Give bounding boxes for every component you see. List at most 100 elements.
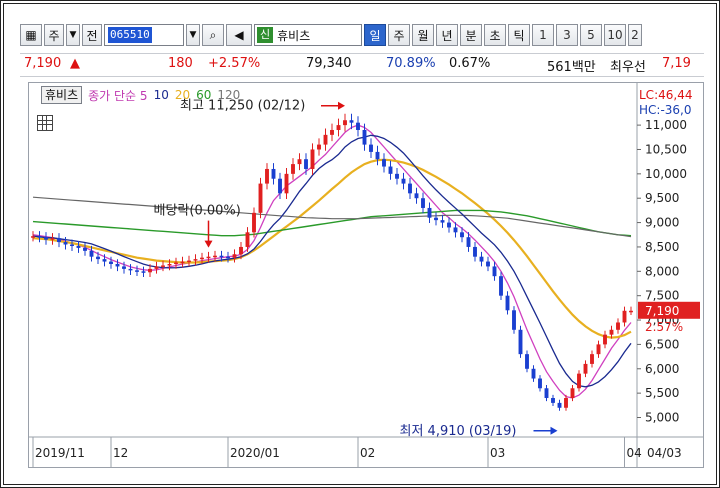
interval-button[interactable]: 10 [604, 24, 626, 46]
tab-tick[interactable]: 틱 [508, 24, 530, 46]
y-tick-label: 5,500 [645, 386, 679, 400]
candle-body [37, 236, 42, 238]
x-tick-label: 02 [360, 446, 375, 460]
layout-icon[interactable]: ▦ [20, 24, 42, 46]
candle-body [466, 237, 471, 247]
candle-body [70, 244, 74, 247]
hc-label: HC:-36,0 [639, 103, 692, 117]
candle-body [525, 354, 529, 369]
candle-body [83, 247, 87, 251]
candle-body [226, 256, 230, 259]
candle-body [44, 237, 48, 240]
chart-svg: 11,000 10,500 10,000 9,500 9,000 8,500 8,000 7,… [29, 83, 703, 467]
low-annotation: 최저 4,910 (03/19) [400, 424, 517, 439]
prev-button[interactable]: 전 [82, 24, 102, 46]
y-tick-label: 8,000 [645, 264, 679, 278]
candle-body [375, 151, 380, 160]
interval-button[interactable]: 2 [628, 24, 642, 46]
up-arrow-icon: ▲ [70, 56, 80, 71]
current-price-tag-label: 7,190 [645, 304, 679, 318]
candle-body [310, 149, 315, 169]
y-tick-label: 6,500 [645, 337, 679, 351]
candle-body [356, 122, 360, 130]
y-tick-label: 10,500 [645, 142, 687, 156]
volume-ratio: 70.89% [386, 56, 436, 71]
y-tick-label: 6,000 [645, 362, 679, 376]
ma-line-ma120 [32, 196, 632, 238]
candle-body [167, 264, 172, 266]
high-annotation: 최고 11,250 (02/12) [180, 99, 305, 114]
candle-body [427, 207, 432, 218]
trade-amount: 561백만 [547, 60, 596, 75]
candle-body [577, 373, 581, 389]
search-icon[interactable]: ⌕ [202, 24, 224, 46]
candle-body [109, 261, 113, 264]
candle-body [362, 129, 367, 145]
tab-year[interactable]: 년 [436, 24, 458, 46]
candle-body [102, 259, 107, 262]
candle-body [382, 159, 386, 167]
chevron-down-icon[interactable]: ▼ [186, 24, 200, 46]
candle-body [245, 232, 250, 247]
chart-toolbar: ▦ 주 ▼ 전 065510 ▼ ⌕ ◀︎ 신 휴비츠 일 주 월 년 분 초 … [20, 22, 704, 48]
stock-code-input[interactable]: 065510 [104, 24, 184, 46]
candle-body [57, 238, 61, 243]
candle-body [609, 329, 614, 335]
x-tick-label: 2019/11 [35, 446, 85, 460]
candle-body [161, 265, 165, 267]
current-price: 7,190 [24, 56, 62, 71]
candle-body [31, 236, 35, 238]
candle-body [232, 254, 237, 258]
y-tick-label: 10,000 [645, 167, 687, 181]
best-bid-label: 최우선 [610, 60, 646, 75]
candle-body [414, 193, 419, 199]
lc-label: LC:46,44 [639, 88, 692, 102]
x-tick-label: 12 [113, 446, 128, 460]
interval-button[interactable]: 1 [532, 24, 554, 46]
tab-second[interactable]: 초 [484, 24, 506, 46]
candle-body [96, 256, 100, 260]
candle-body [460, 232, 464, 238]
tab-week[interactable]: 주 [388, 24, 410, 46]
candle-body [408, 183, 412, 194]
candle-body [616, 322, 620, 330]
interval-button[interactable]: 3 [556, 24, 578, 46]
candle-body [512, 310, 516, 330]
tab-minute[interactable]: 분 [460, 24, 482, 46]
candle-body [258, 183, 263, 213]
low-arrow-head [550, 426, 558, 435]
dividend-annotation: 배당락(0.00%) [154, 204, 241, 219]
y-tick-label: 9,500 [645, 191, 679, 205]
stock-name-field[interactable]: 신 휴비츠 [254, 24, 362, 46]
x-tick-label: 2020/01 [230, 446, 280, 460]
candle-body [447, 222, 451, 228]
candle-body [551, 398, 555, 403]
price-change: 180 [168, 56, 193, 71]
candle-body [629, 310, 633, 313]
candle-body [564, 398, 568, 408]
candlestick-chart[interactable]: 휴비츠 종가 단순 5 10 20 60 120 11,000 10,500 10,… [28, 82, 704, 468]
candle-body [583, 363, 588, 374]
best-price: 7,19 [662, 56, 691, 71]
candle-body [453, 227, 458, 233]
candle-body [271, 168, 276, 179]
high-arrow-head [338, 101, 345, 110]
candle-body [473, 246, 477, 257]
candle-body [538, 378, 542, 389]
candle-body [187, 260, 191, 263]
stock-code: 065510 [108, 27, 152, 43]
interval-button[interactable]: 5 [580, 24, 602, 46]
market-button[interactable]: 주 [44, 24, 64, 46]
candle-body [265, 168, 269, 184]
candle-body [89, 250, 94, 257]
candle-body [206, 256, 211, 259]
speaker-icon[interactable]: ◀︎ [226, 24, 252, 46]
chevron-down-icon[interactable]: ▼ [66, 24, 80, 46]
candle-body [252, 212, 256, 233]
candle-body [395, 173, 399, 179]
candle-body [421, 198, 425, 208]
tab-month[interactable]: 월 [412, 24, 434, 46]
tab-day[interactable]: 일 [364, 24, 386, 46]
candle-body [544, 388, 549, 399]
candle-body [603, 334, 607, 345]
